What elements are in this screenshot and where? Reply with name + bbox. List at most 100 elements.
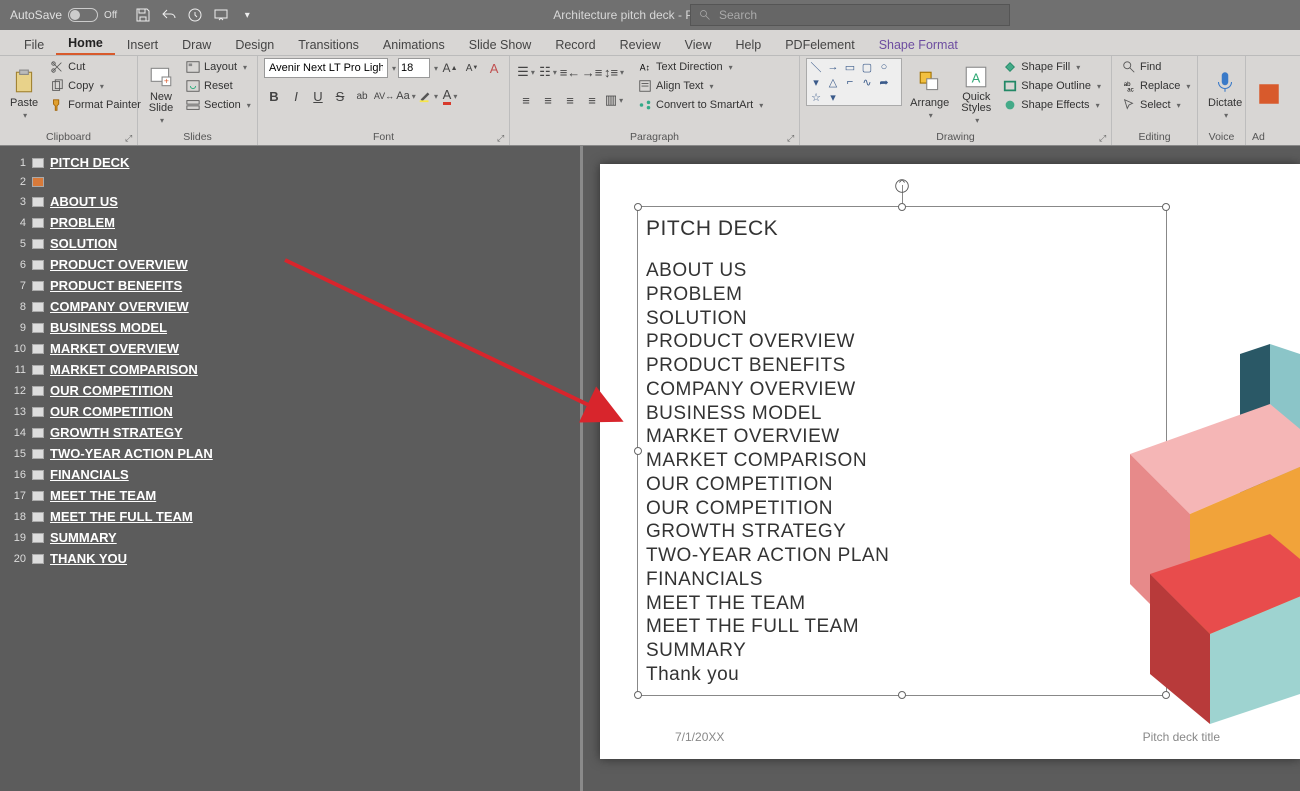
replace-button[interactable]: abacReplace▾	[1118, 77, 1194, 95]
outline-item[interactable]: 6PRODUCT OVERVIEW	[6, 254, 574, 275]
convert-smartart-button[interactable]: Convert to SmartArt▾	[634, 96, 767, 114]
decrease-font-icon[interactable]: A▼	[462, 58, 482, 78]
align-right-button[interactable]: ≡	[560, 90, 580, 110]
outline-item[interactable]: 5SOLUTION	[6, 233, 574, 254]
font-launcher[interactable]: ⤢	[497, 133, 507, 143]
shape-effects-button[interactable]: Shape Effects▾	[999, 96, 1105, 114]
justify-button[interactable]: ≡	[582, 90, 602, 110]
undo-icon[interactable]	[161, 7, 177, 23]
redo-icon[interactable]	[187, 7, 203, 23]
drawing-launcher[interactable]: ⤢	[1099, 133, 1109, 143]
clipboard-launcher[interactable]: ⤢	[125, 133, 135, 143]
tab-transitions[interactable]: Transitions	[286, 34, 371, 55]
shape-arrow2-icon[interactable]: ➦	[876, 75, 892, 89]
present-icon[interactable]	[213, 7, 229, 23]
outline-item[interactable]: 19SUMMARY	[6, 527, 574, 548]
tab-record[interactable]: Record	[543, 34, 607, 55]
shape-fill-button[interactable]: Shape Fill▾	[999, 58, 1105, 76]
slide-canvas[interactable]: PITCH DECKABOUT USPROBLEMSOLUTIONPRODUCT…	[600, 164, 1300, 759]
shape-triangle-icon[interactable]: △	[825, 75, 841, 89]
spacing-button[interactable]: AV↔	[374, 86, 394, 106]
bullets-button[interactable]: ☰▾	[516, 62, 536, 82]
shadow-button[interactable]: ab	[352, 86, 372, 106]
tab-view[interactable]: View	[673, 34, 724, 55]
shape-roundrect-icon[interactable]: ▢	[859, 60, 875, 74]
tab-home[interactable]: Home	[56, 32, 115, 55]
outline-item[interactable]: 8COMPANY OVERVIEW	[6, 296, 574, 317]
cut-button[interactable]: Cut	[46, 58, 145, 76]
underline-button[interactable]: U	[308, 86, 328, 106]
format-painter-button[interactable]: Format Painter	[46, 96, 145, 114]
outline-item[interactable]: 15TWO-YEAR ACTION PLAN	[6, 443, 574, 464]
outline-item[interactable]: 13OUR COMPETITION	[6, 401, 574, 422]
find-button[interactable]: Find	[1118, 58, 1194, 76]
reset-button[interactable]: Reset	[182, 77, 255, 95]
tab-shape-format[interactable]: Shape Format	[867, 34, 970, 55]
outline-item[interactable]: 17MEET THE TEAM	[6, 485, 574, 506]
customize-qat-icon[interactable]: ▾	[239, 7, 255, 23]
select-button[interactable]: Select▾	[1118, 96, 1194, 114]
outline-pane[interactable]: 1PITCH DECK23ABOUT US4PROBLEM5SOLUTION6P…	[0, 146, 580, 791]
font-name-input[interactable]	[264, 58, 388, 78]
paste-button[interactable]: Paste ▾	[6, 58, 42, 130]
outline-item[interactable]: 14GROWTH STRATEGY	[6, 422, 574, 443]
clear-formatting-icon[interactable]: A	[484, 58, 504, 78]
layout-button[interactable]: Layout▾	[182, 58, 255, 76]
quick-styles-button[interactable]: AQuick Styles▾	[957, 58, 995, 130]
columns-button[interactable]: ▥▾	[604, 90, 624, 110]
change-case-button[interactable]: Aa▾	[396, 86, 416, 106]
highlight-button[interactable]: ▾	[418, 86, 438, 106]
shape-star-icon[interactable]: ☆	[808, 90, 824, 104]
align-center-button[interactable]: ≡	[538, 90, 558, 110]
shape-curve-icon[interactable]: ∿	[859, 75, 875, 89]
shape-arrow-icon[interactable]: →	[825, 60, 841, 74]
italic-button[interactable]: I	[286, 86, 306, 106]
search-input[interactable]: Search	[690, 4, 1010, 26]
copy-button[interactable]: Copy▾	[46, 77, 145, 95]
tab-help[interactable]: Help	[723, 34, 773, 55]
outline-item[interactable]: 1PITCH DECK	[6, 152, 574, 173]
tab-review[interactable]: Review	[608, 34, 673, 55]
align-left-button[interactable]: ≡	[516, 90, 536, 110]
numbering-button[interactable]: ☷▾	[538, 62, 558, 82]
decrease-indent-button[interactable]: ≡←	[560, 62, 580, 82]
autosave-toggle[interactable]: AutoSave Off	[0, 8, 127, 22]
shape-gallery[interactable]: ＼→▭▢○▾ △⌐∿➦☆▾	[806, 58, 902, 106]
shape-oval-icon[interactable]: ○	[876, 60, 892, 74]
outline-item[interactable]: 16FINANCIALS	[6, 464, 574, 485]
tab-design[interactable]: Design	[223, 34, 286, 55]
section-button[interactable]: Section▾	[182, 96, 255, 114]
font-name-dropdown[interactable]: ▾	[392, 64, 396, 73]
outline-item[interactable]: 3ABOUT US	[6, 191, 574, 212]
outline-item[interactable]: 11MARKET COMPARISON	[6, 359, 574, 380]
shape-outline-button[interactable]: Shape Outline▾	[999, 77, 1105, 95]
outline-item[interactable]: 4PROBLEM	[6, 212, 574, 233]
outline-item[interactable]: 7PRODUCT BENEFITS	[6, 275, 574, 296]
tab-file[interactable]: File	[12, 34, 56, 55]
font-size-dropdown[interactable]: ▾	[434, 64, 438, 73]
tab-slideshow[interactable]: Slide Show	[457, 34, 544, 55]
dictate-button[interactable]: Dictate▾	[1204, 58, 1246, 130]
tab-insert[interactable]: Insert	[115, 34, 170, 55]
outline-item[interactable]: 10MARKET OVERVIEW	[6, 338, 574, 359]
align-text-button[interactable]: Align Text▾	[634, 77, 767, 95]
line-spacing-button[interactable]: ↕≡▾	[604, 62, 624, 82]
font-color-button[interactable]: A▾	[440, 86, 460, 106]
strikethrough-button[interactable]: S	[330, 86, 350, 106]
outline-item[interactable]: 12OUR COMPETITION	[6, 380, 574, 401]
increase-font-icon[interactable]: A▲	[440, 58, 460, 78]
shape-expand-icon[interactable]: ▾	[825, 90, 841, 104]
shape-rect-icon[interactable]: ▭	[842, 60, 858, 74]
outline-item[interactable]: 9BUSINESS MODEL	[6, 317, 574, 338]
addins-button[interactable]	[1252, 58, 1286, 130]
new-slide-button[interactable]: + New Slide▾	[144, 58, 178, 130]
shape-line-icon[interactable]: ＼	[808, 60, 824, 74]
outline-item[interactable]: 18MEET THE FULL TEAM	[6, 506, 574, 527]
tab-animations[interactable]: Animations	[371, 34, 457, 55]
increase-indent-button[interactable]: →≡	[582, 62, 602, 82]
font-size-input[interactable]	[398, 58, 430, 78]
tab-pdfelement[interactable]: PDFelement	[773, 34, 866, 55]
bold-button[interactable]: B	[264, 86, 284, 106]
save-icon[interactable]	[135, 7, 151, 23]
tab-draw[interactable]: Draw	[170, 34, 223, 55]
